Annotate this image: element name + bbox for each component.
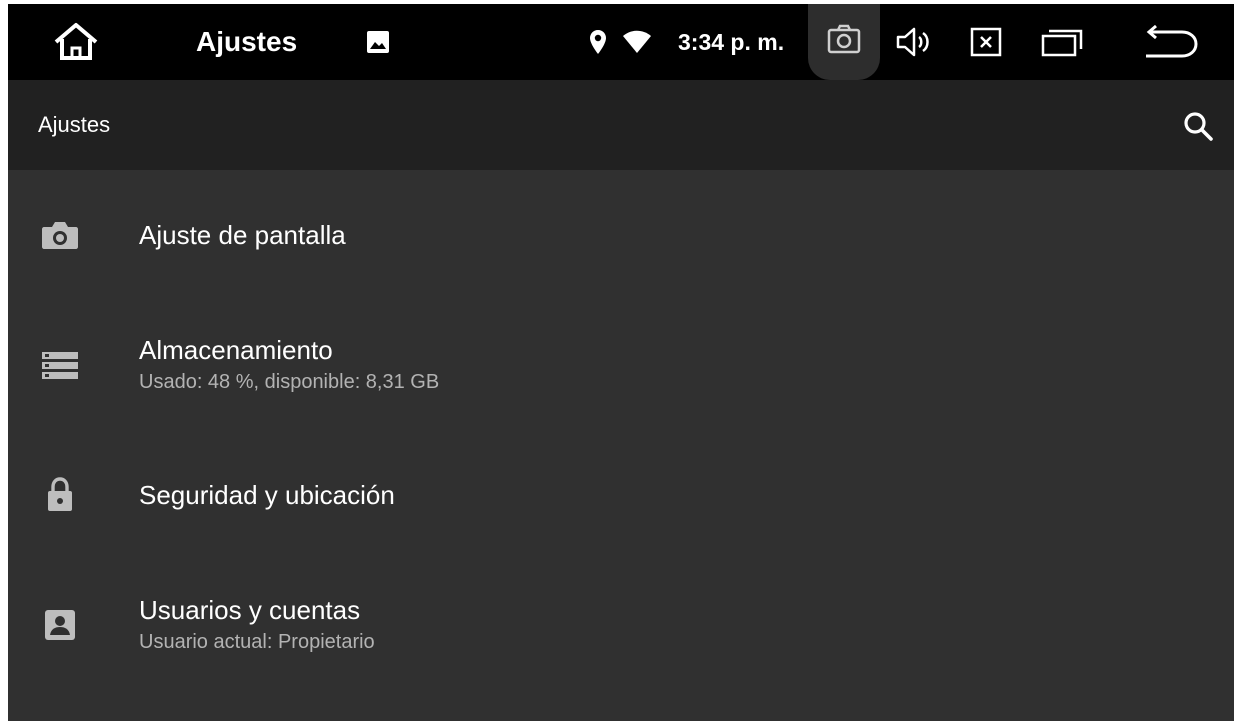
recents-icon[interactable] — [1038, 24, 1086, 60]
settings-item-partial[interactable] — [8, 690, 1234, 721]
screenshot-camera-icon[interactable] — [808, 4, 880, 80]
settings-item-subtitle: Usado: 48 %, disponible: 8,31 GB — [139, 371, 440, 393]
settings-item-title: Seguridad y ubicación — [139, 480, 395, 510]
app-bar: Ajustes — [8, 80, 1234, 170]
lock-icon — [38, 430, 82, 560]
status-bar-title: Ajustes — [196, 26, 298, 57]
settings-screen: Ajustes 3:34 p. m. Ajustes Ajuste de pan… — [8, 4, 1234, 721]
close-box-icon[interactable] — [966, 24, 1006, 60]
settings-item-display[interactable]: Ajuste de pantalla — [8, 170, 1234, 300]
settings-item-title: Almacenamiento — [139, 335, 333, 365]
status-bar: Ajustes 3:34 p. m. — [8, 4, 1234, 80]
home-icon[interactable] — [48, 18, 104, 66]
settings-item-security[interactable]: Seguridad y ubicación — [8, 430, 1234, 560]
status-clock: 3:34 p. m. — [678, 28, 785, 55]
settings-list: Ajuste de pantalla Almacenamiento Usado:… — [8, 170, 1234, 721]
back-icon[interactable] — [1140, 22, 1202, 62]
page-title: Ajustes — [38, 112, 111, 137]
settings-item-subtitle: Usuario actual: Propietario — [139, 631, 375, 653]
settings-item-accounts[interactable]: Usuarios y cuentas Usuario actual: Propi… — [8, 560, 1234, 690]
camera-icon — [38, 170, 82, 300]
storage-icon — [38, 300, 82, 430]
location-icon — [586, 26, 610, 58]
search-icon[interactable] — [1178, 106, 1218, 146]
image-icon — [364, 28, 392, 56]
volume-icon[interactable] — [894, 24, 934, 60]
wifi-icon — [620, 28, 654, 56]
settings-item-title: Usuarios y cuentas — [139, 595, 361, 625]
settings-item-title: Ajuste de pantalla — [139, 220, 346, 250]
settings-item-storage[interactable]: Almacenamiento Usado: 48 %, disponible: … — [8, 300, 1234, 430]
account-box-icon — [38, 560, 82, 690]
